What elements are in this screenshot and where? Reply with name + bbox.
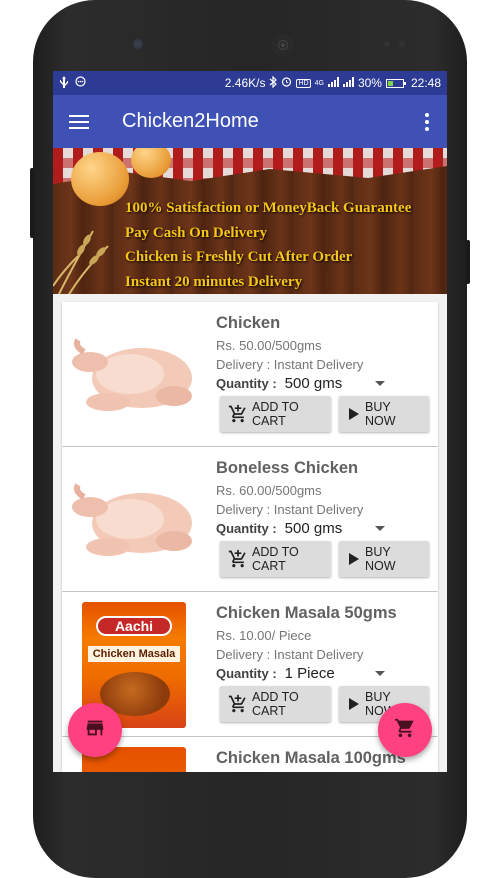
store-icon [84,717,106,744]
network-speed: 2.46K/s [224,76,266,90]
battery-percent: 30% [357,76,382,90]
app-screen: 2.46K/s HD 4G 30% 22:48 Chicken2Home 100… [53,71,447,772]
banner-line-4: Instant 20 minutes Delivery [125,273,303,290]
chicken-image [72,483,192,556]
battery-icon [385,78,406,88]
add-to-cart-button[interactable]: ADD TO CART [220,541,331,577]
play-arrow-icon [347,552,361,566]
quantity-dropdown[interactable]: 500 gms [285,520,385,537]
hamburger-menu-icon[interactable] [69,114,89,129]
play-arrow-icon [347,697,361,711]
egg-image [71,152,129,206]
signal-icon [327,76,339,90]
power-button [466,240,470,284]
quantity-label: Quantity : [216,666,277,681]
quantity-value: 500 gms [284,375,343,392]
play-arrow-icon [347,407,361,421]
buy-now-button[interactable]: BUY NOW [339,396,429,432]
wheat-image [53,230,109,294]
add-to-cart-button[interactable]: ADD TO CART [220,396,331,432]
banner-line-2: Pay Cash On Delivery [125,224,268,241]
shopping-cart-icon [394,717,416,744]
light-sensor [399,41,405,47]
product-card[interactable]: Boneless Chicken Rs. 60.00/500gms Delive… [62,447,438,591]
more-vert-icon[interactable] [421,109,433,135]
add-cart-icon [228,694,248,714]
product-delivery: Delivery : Instant Delivery [216,647,364,662]
bluetooth-icon [269,75,278,91]
chicken-image [72,338,192,411]
pack-product: Chicken Masala [88,646,180,662]
product-delivery: Delivery : Instant Delivery [216,502,364,517]
quantity-value: 500 gms [284,520,343,537]
alarm-icon [281,76,292,90]
product-card[interactable]: Chicken Rs. 50.00/500gms Delivery : Inst… [62,302,438,446]
pack-brand: Aachi [96,616,172,636]
store-fab[interactable] [68,703,122,757]
quantity-label: Quantity : [216,521,277,536]
add-cart-icon [228,549,248,569]
product-list[interactable]: Chicken Rs. 50.00/500gms Delivery : Inst… [53,294,447,772]
app-bar: Chicken2Home [53,95,447,148]
banner-line-1: 100% Satisfaction or MoneyBack Guarantee [125,200,412,216]
product-price: Rs. 60.00/500gms [216,483,322,498]
cart-fab[interactable] [378,703,432,757]
usb-icon [59,75,69,91]
quantity-dropdown[interactable]: 500 gms [285,375,385,392]
quantity-dropdown[interactable]: 1 Piece [285,665,385,682]
proximity-sensor [384,41,390,47]
network-type: 4G [314,79,324,87]
status-bar: 2.46K/s HD 4G 30% 22:48 [53,71,447,95]
add-cart-icon [228,404,248,424]
volume-button [30,168,34,238]
promo-banner: 100% Satisfaction or MoneyBack Guarantee… [53,148,447,294]
product-price: Rs. 50.00/500gms [216,338,322,353]
quantity-label: Quantity : [216,376,277,391]
banner-text: 100% Satisfaction or MoneyBack Guarantee… [125,196,411,294]
quantity-value: 1 Piece [284,665,335,682]
hd-icon: HD [296,78,311,88]
earpiece-speaker [272,34,294,56]
buy-now-button[interactable]: BUY NOW [339,541,429,577]
product-name: Chicken [216,314,281,332]
dropdown-arrow-icon [374,381,385,386]
status-time: 22:48 [410,76,441,90]
banner-line-3: Chicken is Freshly Cut After Order [125,249,353,265]
app-title: Chicken2Home [122,110,259,132]
dropdown-arrow-icon [374,526,385,531]
front-camera [132,38,144,50]
product-name: Boneless Chicken [216,459,359,477]
product-price: Rs. 10.00/ Piece [216,628,312,643]
chat-icon [75,76,86,90]
add-to-cart-button[interactable]: ADD TO CART [220,686,331,722]
dropdown-arrow-icon [374,671,385,676]
signal-icon-2 [342,76,354,90]
product-name: Chicken Masala 50gms [216,604,397,622]
product-delivery: Delivery : Instant Delivery [216,357,364,372]
